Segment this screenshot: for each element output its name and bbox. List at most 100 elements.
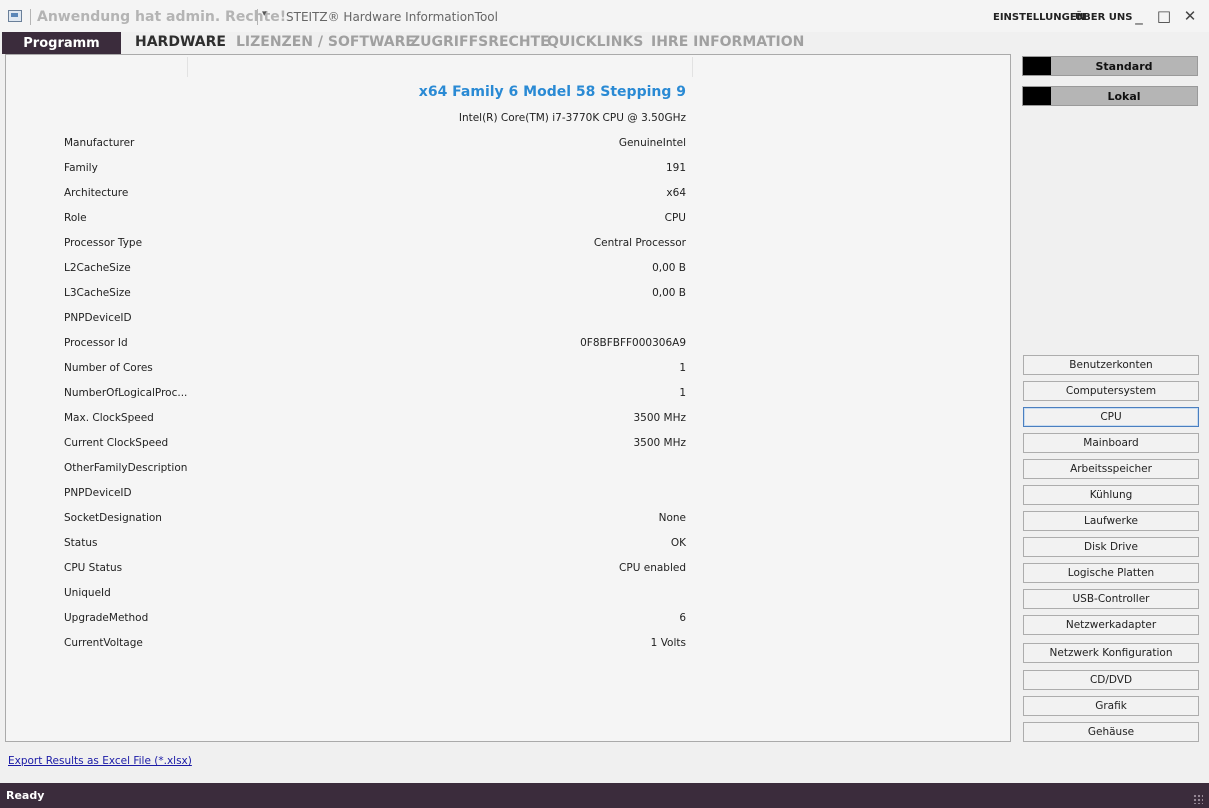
standard-color-swatch (1023, 57, 1051, 75)
property-row[interactable]: L2CacheSize 0,00 B (6, 262, 1010, 287)
property-row[interactable]: Processor Type Central Processor (6, 237, 1010, 262)
about-link[interactable]: ÜBER UNS (1075, 12, 1132, 23)
property-label: UpgradeMethod (64, 612, 149, 624)
sidebar-button-benutzerkonten[interactable]: Benutzerkonten (1023, 355, 1199, 375)
app-title: STEITZ® Hardware InformationTool (286, 10, 498, 24)
property-row[interactable]: UniqueId (6, 587, 1010, 612)
property-label: CPU Status (64, 562, 123, 574)
export-excel-link[interactable]: Export Results as Excel File (*.xlsx) (8, 755, 192, 767)
property-label: PNPDeviceID (64, 487, 132, 499)
property-value: 1 Volts (650, 637, 686, 649)
property-value: Central Processor (593, 237, 686, 249)
property-row[interactable]: Processor Id 0F8BFBFF000306A9 (6, 337, 1010, 362)
programm-menu-button[interactable]: Programm (2, 32, 121, 54)
property-row[interactable]: CPU Status CPU enabled (6, 562, 1010, 587)
property-row[interactable]: Architecture x64 (6, 187, 1010, 212)
tab-hardware[interactable]: HARDWARE (135, 34, 226, 50)
lokal-view-button[interactable]: Lokal (1022, 86, 1198, 106)
property-value: 0,00 B (652, 262, 686, 274)
sidebar-button-grafik[interactable]: Grafik (1023, 696, 1199, 716)
status-text: Ready (6, 789, 45, 802)
sidebar-button-mainboard[interactable]: Mainboard (1023, 433, 1199, 453)
sidebar-button-usb-controller[interactable]: USB-Controller (1023, 589, 1199, 609)
sidebar-button-arbeitsspeicher[interactable]: Arbeitsspeicher (1023, 459, 1199, 479)
cpu-details-panel[interactable]: x64 Family 6 Model 58 Stepping 9 Intel(R… (5, 54, 1011, 742)
close-icon[interactable]: ✕ (1180, 6, 1200, 26)
app-icon[interactable] (8, 10, 22, 22)
resize-grip-icon[interactable] (1193, 794, 1203, 804)
sidebar-button-netzwerkadapter[interactable]: Netzwerkadapter (1023, 615, 1199, 635)
property-value: CPU enabled (619, 562, 686, 574)
property-label: Status (64, 537, 98, 549)
property-value: x64 (666, 187, 686, 199)
property-row[interactable]: OtherFamilyDescription (6, 462, 1010, 487)
sidebar-button-computersystem[interactable]: Computersystem (1023, 381, 1199, 401)
cpu-title: x64 Family 6 Model 58 Stepping 9 (418, 84, 686, 100)
cpu-subtitle: Intel(R) Core(TM) i7-3770K CPU @ 3.50GHz (458, 112, 686, 124)
quick-access-dropdown-icon[interactable]: ▾ (262, 9, 267, 19)
property-row[interactable]: UpgradeMethod 6 (6, 612, 1010, 637)
property-row[interactable]: Family 191 (6, 162, 1010, 187)
property-value: 0,00 B (652, 287, 686, 299)
property-label: Processor Id (64, 337, 128, 349)
sidebar-button-disk-drive[interactable]: Disk Drive (1023, 537, 1199, 557)
column-divider[interactable] (187, 57, 188, 77)
property-label: Processor Type (64, 237, 143, 249)
property-row[interactable]: L3CacheSize 0,00 B (6, 287, 1010, 312)
sidebar-button-cpu[interactable]: CPU (1023, 407, 1199, 427)
property-label: NumberOfLogicalProc... (64, 387, 188, 399)
tab-ihre-information[interactable]: IHRE INFORMATION (651, 34, 804, 50)
tab-quicklinks[interactable]: QUICKLINKS (547, 34, 643, 50)
property-row[interactable]: NumberOfLogicalProc... 1 (6, 387, 1010, 412)
property-row[interactable]: SocketDesignation None (6, 512, 1010, 537)
sidebar-button-gehäuse[interactable]: Gehäuse (1023, 722, 1199, 742)
property-value: 3500 MHz (633, 437, 686, 449)
property-label: Manufacturer (64, 137, 135, 149)
property-row[interactable]: Number of Cores 1 (6, 362, 1010, 387)
titlebar-separator (257, 9, 258, 25)
property-value: 6 (679, 612, 686, 624)
sidebar-button-cd-dvd[interactable]: CD/DVD (1023, 670, 1199, 690)
property-row[interactable]: Manufacturer GenuineIntel (6, 137, 1010, 162)
tab-lizenzen-software[interactable]: LIZENZEN / SOFTWARE (236, 34, 415, 50)
property-value: 191 (665, 162, 686, 174)
property-value: 1 (679, 387, 686, 399)
property-label: UniqueId (64, 587, 111, 599)
column-divider[interactable] (692, 57, 693, 77)
sidebar-button-kühlung[interactable]: Kühlung (1023, 485, 1199, 505)
property-value: 3500 MHz (633, 412, 686, 424)
standard-view-label: Standard (1095, 60, 1153, 73)
property-value: 1 (679, 362, 686, 374)
property-value: CPU (664, 212, 686, 224)
sidebar-button-logische-platten[interactable]: Logische Platten (1023, 563, 1199, 583)
tab-zugriffsrechte[interactable]: ZUGRIFFSRECHTE (410, 34, 550, 50)
maximize-icon[interactable]: □ (1154, 6, 1174, 26)
property-row[interactable]: CurrentVoltage 1 Volts (6, 637, 1010, 662)
status-bar: Ready (0, 783, 1209, 808)
column-header (6, 55, 1010, 77)
property-row[interactable]: PNPDeviceID (6, 312, 1010, 337)
property-row[interactable]: PNPDeviceID (6, 487, 1010, 512)
sidebar-button-laufwerke[interactable]: Laufwerke (1023, 511, 1199, 531)
lokal-view-label: Lokal (1107, 90, 1141, 103)
title-bar: Anwendung hat admin. Rechte! ▾ STEITZ® H… (0, 0, 1209, 32)
property-label: Role (64, 212, 87, 224)
property-row[interactable]: Current ClockSpeed 3500 MHz (6, 437, 1010, 462)
sidebar-button-netzwerk-konfiguration[interactable]: Netzwerk Konfiguration (1023, 643, 1199, 663)
settings-link[interactable]: EINSTELLUNGEN (993, 12, 1085, 23)
property-row[interactable]: Status OK (6, 537, 1010, 562)
standard-view-button[interactable]: Standard (1022, 56, 1198, 76)
property-label: PNPDeviceID (64, 312, 132, 324)
minimize-icon[interactable]: _ (1129, 6, 1149, 26)
property-label: OtherFamilyDescription (64, 462, 188, 474)
lokal-color-swatch (1023, 87, 1051, 105)
property-value: GenuineIntel (618, 137, 686, 149)
titlebar-separator (30, 9, 31, 25)
property-value: 0F8BFBFF000306A9 (580, 337, 686, 349)
property-label: Number of Cores (64, 362, 153, 374)
property-label: SocketDesignation (64, 512, 162, 524)
property-row[interactable]: Max. ClockSpeed 3500 MHz (6, 412, 1010, 437)
property-label: L2CacheSize (64, 262, 131, 274)
property-label: Family (64, 162, 98, 174)
property-row[interactable]: Role CPU (6, 212, 1010, 237)
